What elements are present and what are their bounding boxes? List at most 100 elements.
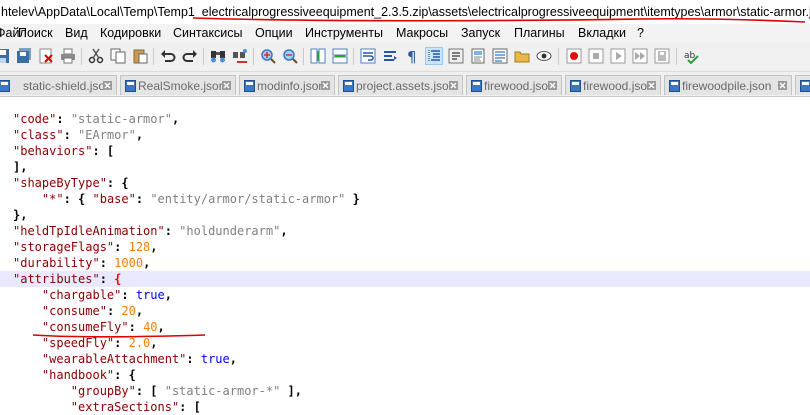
menu-help[interactable]: ? bbox=[637, 24, 644, 43]
code-token bbox=[13, 320, 42, 334]
code-token: 20 bbox=[121, 304, 135, 318]
menu-syntax[interactable]: Синтаксисы bbox=[173, 24, 243, 43]
code-token: "entity/armor/static-armor" bbox=[150, 192, 345, 206]
code-line[interactable]: "class": "EArmor", bbox=[0, 127, 810, 143]
code-token: : bbox=[165, 224, 179, 238]
code-editor[interactable]: "code": "static-armor","class": "EArmor"… bbox=[0, 97, 810, 412]
user-defined-language-icon[interactable] bbox=[448, 48, 464, 64]
code-line[interactable]: "heldTpIdleAnimation": "holdunderarm", bbox=[0, 223, 810, 239]
code-line[interactable]: "consumeFly": 40, bbox=[0, 319, 810, 335]
code-token: : bbox=[121, 288, 135, 302]
menu-macros[interactable]: Макросы bbox=[396, 24, 448, 43]
code-token: "shapeByType" bbox=[13, 176, 107, 190]
code-token: : { bbox=[107, 176, 129, 190]
close-tab-icon[interactable] bbox=[548, 81, 557, 90]
menu-run[interactable]: Запуск bbox=[461, 24, 500, 43]
code-line[interactable]: "durability": 1000, bbox=[0, 255, 810, 271]
code-token: : [ bbox=[92, 144, 114, 158]
cut-icon[interactable] bbox=[88, 48, 104, 64]
run-macro-multiple-icon[interactable] bbox=[632, 48, 648, 64]
undo-icon[interactable] bbox=[160, 48, 176, 64]
menu-tabs[interactable]: Вкладки bbox=[578, 24, 626, 43]
code-token: : bbox=[136, 192, 150, 206]
tab-label: project.assets.json bbox=[356, 76, 455, 96]
word-wrap-icon[interactable] bbox=[360, 48, 376, 64]
code-token bbox=[13, 192, 42, 206]
code-line[interactable]: "groupBy": [ "static-armor-*" ], bbox=[0, 383, 810, 399]
code-line[interactable]: "storageFlags": 128, bbox=[0, 239, 810, 255]
code-line[interactable]: "*": { "base": "entity/armor/static-armo… bbox=[0, 191, 810, 207]
tab-fire[interactable]: fire bbox=[795, 75, 810, 95]
save-all-icon[interactable] bbox=[16, 48, 32, 64]
code-token: , bbox=[158, 320, 165, 334]
zoom-out-icon[interactable] bbox=[282, 48, 298, 64]
code-line[interactable]: "behaviors": [ bbox=[0, 143, 810, 159]
zoom-in-icon[interactable] bbox=[260, 48, 276, 64]
toolbar: ¶ ab bbox=[0, 43, 810, 72]
indent-guide-icon[interactable] bbox=[426, 48, 442, 64]
tab-firewood-1[interactable]: firewood.json bbox=[466, 75, 562, 95]
code-token bbox=[13, 336, 42, 350]
code-line[interactable]: "attributes": { bbox=[0, 271, 810, 287]
copy-icon[interactable] bbox=[110, 48, 126, 64]
tab-modinfo[interactable]: modinfo.json bbox=[239, 75, 335, 95]
tab-firewoodpile[interactable]: firewoodpile.json bbox=[664, 75, 792, 95]
tab-realsmoke[interactable]: RealSmoke.json bbox=[120, 75, 236, 95]
tab-project-assets[interactable]: project.assets.json bbox=[338, 75, 463, 95]
menu-view[interactable]: Вид bbox=[65, 24, 88, 43]
redo-icon[interactable] bbox=[182, 48, 198, 64]
code-line[interactable]: "shapeByType": { bbox=[0, 175, 810, 191]
menu-plugins[interactable]: Плагины bbox=[514, 24, 565, 43]
code-token: } bbox=[345, 192, 359, 206]
code-line[interactable]: "wearableAttachment": true, bbox=[0, 351, 810, 367]
code-token: 128 bbox=[129, 240, 151, 254]
close-tab-icon[interactable] bbox=[449, 81, 458, 90]
play-macro-icon[interactable] bbox=[610, 48, 626, 64]
find-icon[interactable] bbox=[210, 48, 226, 64]
close-tab-icon[interactable] bbox=[778, 81, 787, 90]
stop-macro-icon[interactable] bbox=[588, 48, 604, 64]
show-all-chars-icon[interactable]: ¶ bbox=[404, 48, 420, 64]
function-list-icon[interactable] bbox=[492, 48, 508, 64]
replace-icon[interactable] bbox=[232, 48, 248, 64]
close-tab-icon[interactable] bbox=[103, 81, 112, 90]
document-map-icon[interactable] bbox=[470, 48, 486, 64]
code-token bbox=[13, 384, 71, 398]
code-token bbox=[13, 304, 42, 318]
save-icon[interactable] bbox=[0, 48, 10, 64]
print-icon[interactable] bbox=[60, 48, 76, 64]
close-tab-icon[interactable] bbox=[222, 81, 231, 90]
paste-icon[interactable] bbox=[132, 48, 148, 64]
menu-tools[interactable]: Инструменты bbox=[305, 24, 383, 43]
code-token: , bbox=[150, 240, 157, 254]
code-line[interactable]: ], bbox=[0, 159, 810, 175]
monitoring-icon[interactable] bbox=[536, 48, 552, 64]
code-line[interactable]: "handbook": { bbox=[0, 367, 810, 383]
menu-search[interactable]: Поиск bbox=[18, 24, 53, 43]
folder-as-workspace-icon[interactable] bbox=[514, 48, 530, 64]
tab-static-shield[interactable]: static-shield.json bbox=[0, 75, 117, 95]
code-token: : bbox=[100, 272, 114, 286]
code-token: 2.0 bbox=[129, 336, 151, 350]
sync-horizontal-scroll-icon[interactable] bbox=[332, 48, 348, 64]
code-token: , bbox=[280, 224, 287, 238]
save-macro-icon[interactable] bbox=[654, 48, 670, 64]
code-line[interactable]: "chargable": true, bbox=[0, 287, 810, 303]
wrap-lines-icon[interactable] bbox=[382, 48, 398, 64]
tab-firewood-2[interactable]: firewood.json bbox=[565, 75, 661, 95]
menu-options[interactable]: Опции bbox=[255, 24, 293, 43]
code-line[interactable]: "code": "static-armor", bbox=[0, 111, 810, 127]
code-line[interactable]: }, bbox=[0, 207, 810, 223]
sync-vertical-scroll-icon[interactable] bbox=[310, 48, 326, 64]
window-title: htelev\AppData\Local\Temp\Temp1_electric… bbox=[0, 5, 810, 19]
code-line[interactable]: "consume": 20, bbox=[0, 303, 810, 319]
close-tab-icon[interactable] bbox=[321, 81, 330, 90]
code-line[interactable]: "speedFly": 2.0, bbox=[0, 335, 810, 351]
code-token: "static-armor-*" bbox=[165, 384, 281, 398]
close-tab-icon[interactable] bbox=[647, 81, 656, 90]
menu-encoding[interactable]: Кодировки bbox=[100, 24, 161, 43]
record-macro-icon[interactable] bbox=[566, 48, 582, 64]
spell-check-icon[interactable]: ab bbox=[684, 48, 700, 64]
code-line[interactable]: "extraSections": [ bbox=[0, 399, 810, 415]
close-file-icon[interactable] bbox=[38, 48, 54, 64]
